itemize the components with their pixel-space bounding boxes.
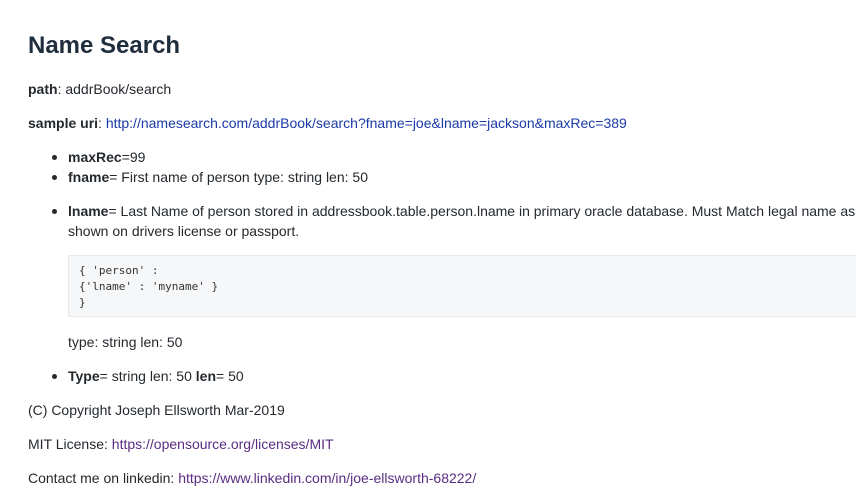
- sample-uri-line: sample uri: http://namesearch.com/addrBo…: [28, 113, 627, 133]
- code-line: }: [79, 296, 86, 309]
- len-label: len: [195, 368, 216, 384]
- param-desc: = string len: 50: [99, 368, 196, 384]
- list-item-maxrec: maxRec=99: [52, 147, 856, 167]
- param-list: maxRec=99 fname= First name of person ty…: [28, 147, 856, 187]
- type-list: Type= string len: 50 len= 50: [28, 366, 856, 386]
- sample-uri-label: sample uri: [28, 115, 99, 131]
- param-desc-continued: shown on drivers license or passport.: [68, 223, 300, 239]
- code-block: { 'person' : {'lname' : 'myname' } }: [68, 255, 856, 317]
- list-item-type: Type= string len: 50 len= 50: [52, 366, 856, 386]
- sample-uri-link[interactable]: http://namesearch.com/addrBook/search?fn…: [106, 115, 627, 131]
- copyright-line: (C) Copyright Joseph Ellsworth Mar-2019: [28, 402, 285, 418]
- contact-line: Contact me on linkedin: https://www.link…: [28, 468, 476, 488]
- code-line: {'lname' : 'myname' }: [79, 280, 219, 293]
- param-desc: = Last Name of person stored in addressb…: [108, 203, 856, 219]
- sample-uri-sep: :: [98, 115, 106, 131]
- param-desc: = First name of person type: string len:…: [109, 169, 368, 185]
- code-line: { 'person' :: [79, 264, 159, 277]
- param-name: Type: [68, 368, 100, 384]
- linkedin-link[interactable]: https://www.linkedin.com/in/joe-ellswort…: [178, 470, 476, 486]
- list-item-fname: fname= First name of person type: string…: [52, 167, 856, 187]
- lname-list: lname= Last Name of person stored in add…: [28, 201, 856, 241]
- license-label: MIT License:: [28, 436, 112, 452]
- len-value: = 50: [216, 368, 244, 384]
- param-name: lname: [68, 203, 109, 219]
- path-value: : addrBook/search: [57, 81, 172, 97]
- page-title: Name Search: [28, 32, 181, 59]
- path-label: path: [28, 81, 58, 97]
- param-name: fname: [68, 169, 110, 185]
- path-line: path: addrBook/search: [28, 79, 171, 99]
- license-line: MIT License: https://opensource.org/lice…: [28, 434, 334, 454]
- param-desc: =99: [121, 149, 146, 165]
- list-item-lname: lname= Last Name of person stored in add…: [52, 201, 856, 241]
- lname-type-note: type: string len: 50: [68, 334, 183, 350]
- param-name: maxRec: [68, 149, 122, 165]
- license-link[interactable]: https://opensource.org/licenses/MIT: [112, 436, 334, 452]
- contact-label: Contact me on linkedin:: [28, 470, 179, 486]
